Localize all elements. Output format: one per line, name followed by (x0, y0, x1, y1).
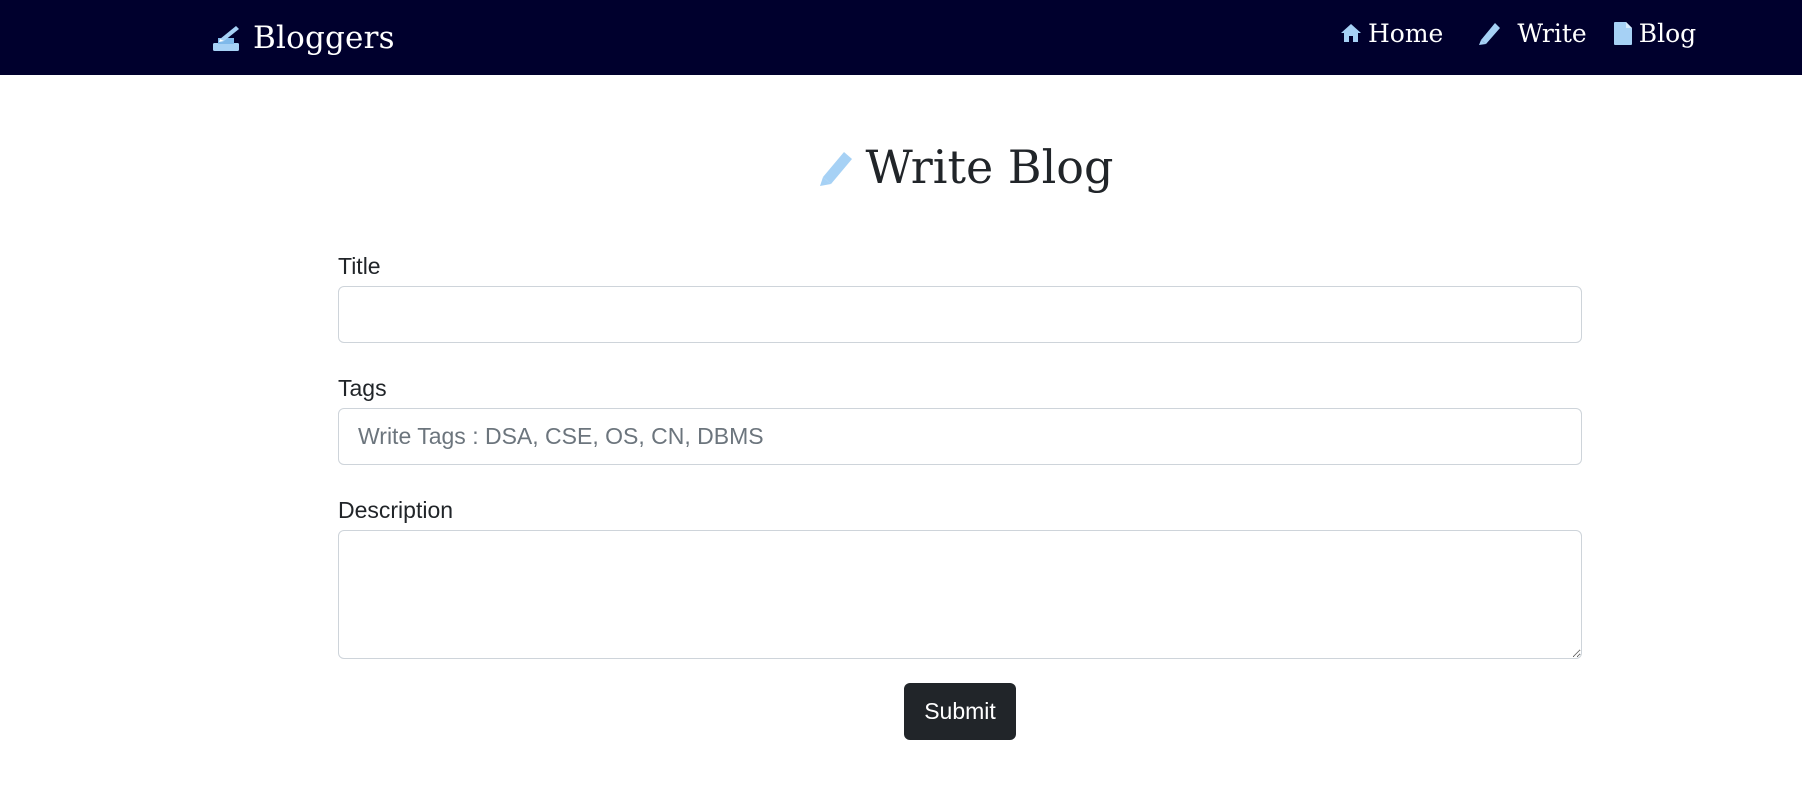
description-label: Description (338, 497, 454, 523)
nav-links: Home Write Blog (1340, 0, 1696, 66)
pencil-icon (816, 147, 856, 187)
pencil-icon (1477, 20, 1503, 46)
home-icon (1340, 22, 1362, 44)
submit-button[interactable]: Submit (904, 683, 1016, 740)
title-label: Title (338, 253, 381, 279)
nav-link-label: Blog (1638, 18, 1697, 48)
nav-link-home[interactable]: Home (1340, 19, 1443, 48)
brand-link[interactable]: Bloggers (211, 0, 395, 75)
title-group: Title (338, 248, 1582, 343)
write-blog-form: Title Tags Description Submit (338, 248, 1582, 740)
nav-link-write[interactable]: Write (1477, 18, 1587, 48)
tags-input[interactable] (338, 408, 1582, 465)
brand-name: Bloggers (253, 19, 395, 56)
nav-link-blog[interactable]: Blog (1613, 19, 1696, 48)
description-group: Description (338, 492, 1582, 659)
nav-link-label: Home (1368, 18, 1444, 48)
description-textarea[interactable] (338, 530, 1582, 659)
nav-link-label: Write (1517, 18, 1587, 48)
title-input[interactable] (338, 286, 1582, 343)
submit-wrap: Submit (338, 683, 1582, 740)
page-title: Write Blog (865, 140, 1114, 194)
writing-desk-icon (211, 23, 241, 53)
file-icon (1613, 21, 1633, 46)
tags-label: Tags (338, 375, 387, 401)
page-heading: Write Blog (0, 140, 1802, 194)
tags-group: Tags (338, 370, 1582, 465)
navbar: Bloggers Home Write Blog (0, 0, 1802, 75)
